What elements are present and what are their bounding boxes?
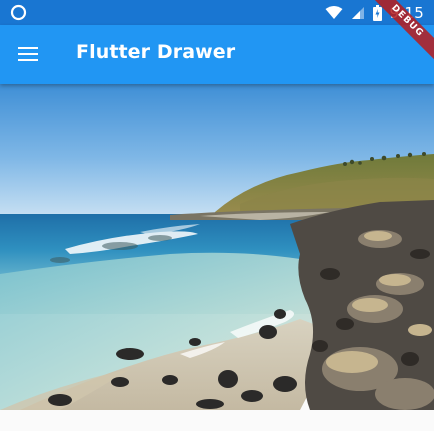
app-title: Flutter Drawer <box>76 41 236 63</box>
app-bar: Flutter Drawer <box>0 25 434 84</box>
cellular-signal-icon <box>351 6 364 19</box>
status-bar: 9:15 <box>0 0 434 25</box>
coastal-beach-photo <box>0 84 434 410</box>
menu-button[interactable] <box>4 30 52 78</box>
content-bottom-area <box>0 410 434 431</box>
hamburger-menu-icon[interactable] <box>18 46 38 62</box>
battery-charging-icon <box>372 4 382 21</box>
wifi-icon <box>325 6 343 19</box>
circle-notification-icon <box>10 4 27 21</box>
beach-image <box>0 84 434 410</box>
